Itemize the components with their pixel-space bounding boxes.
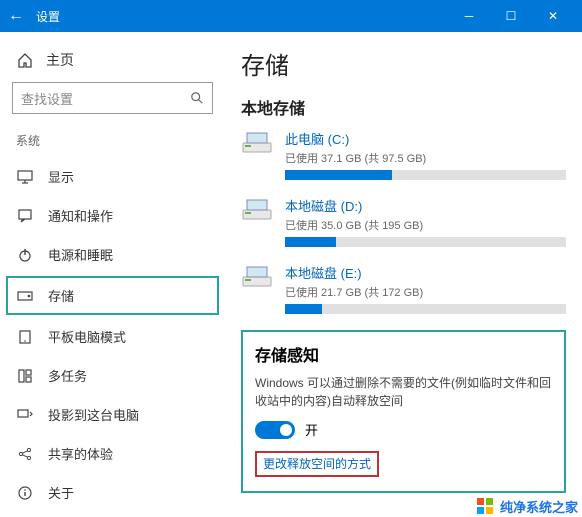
main-panel: 存储 本地存储 此电脑 (C:) 已使用 37.1 GB (共 97.5 GB)… (225, 32, 582, 495)
power-icon (16, 248, 34, 262)
storage-sense-section: 存储感知 Windows 可以通过删除不需要的文件(例如临时文件和回收站中的内容… (241, 330, 566, 493)
drive-icon (241, 196, 273, 224)
storage-sense-desc: Windows 可以通过删除不需要的文件(例如临时文件和回收站中的内容)自动释放… (255, 374, 552, 410)
drive-usage-bar (285, 304, 566, 314)
multitask-icon (16, 369, 34, 383)
sidebar-item-notifications[interactable]: 通知和操作 (0, 196, 225, 235)
sidebar-item-label: 投影到这台电脑 (48, 405, 139, 424)
storage-icon (16, 289, 34, 303)
watermark-text: 纯净系统之家 (500, 497, 578, 516)
tablet-icon (16, 330, 34, 344)
info-icon (16, 486, 34, 500)
drive-row[interactable]: 此电脑 (C:) 已使用 37.1 GB (共 97.5 GB) (241, 129, 566, 180)
sidebar-item-storage[interactable]: 存储 (6, 276, 219, 315)
sidebar-item-tablet[interactable]: 平板电脑模式 (0, 317, 225, 356)
search-input[interactable]: 查找设置 (12, 82, 213, 114)
sidebar-group-label: 系统 (0, 128, 225, 157)
local-storage-title: 本地存储 (241, 95, 566, 119)
sidebar-home-label: 主页 (46, 50, 74, 70)
storage-sense-toggle[interactable] (255, 421, 295, 439)
drive-usage: 已使用 35.0 GB (共 195 GB) (285, 217, 566, 233)
watermark-logo-icon (476, 497, 494, 515)
window-title: 设置 (36, 8, 448, 25)
close-button[interactable]: ✕ (532, 9, 574, 23)
sidebar-item-label: 多任务 (48, 366, 87, 385)
minimize-button[interactable]: ─ (448, 9, 490, 23)
drive-row[interactable]: 本地磁盘 (E:) 已使用 21.7 GB (共 172 GB) (241, 263, 566, 314)
sidebar-item-label: 通知和操作 (48, 206, 113, 225)
search-icon (190, 91, 204, 105)
sidebar-item-projecting[interactable]: 投影到这台电脑 (0, 395, 225, 434)
drive-icon (241, 129, 273, 157)
drive-usage: 已使用 21.7 GB (共 172 GB) (285, 284, 566, 300)
window-controls: ─ ☐ ✕ (448, 9, 574, 23)
drive-usage-bar (285, 170, 566, 180)
sidebar-item-power[interactable]: 电源和睡眠 (0, 235, 225, 274)
sidebar: 主页 查找设置 系统 显示 通知和操作 电源和睡眠 存储 (0, 32, 225, 495)
drive-name: 本地磁盘 (D:) (285, 196, 566, 215)
sidebar-item-multitask[interactable]: 多任务 (0, 356, 225, 395)
sidebar-item-label: 显示 (48, 167, 74, 186)
project-icon (16, 408, 34, 422)
storage-sense-title: 存储感知 (255, 342, 552, 366)
sidebar-item-label: 电源和睡眠 (48, 245, 113, 264)
search-placeholder: 查找设置 (21, 89, 73, 108)
titlebar: ← 设置 ─ ☐ ✕ (0, 0, 582, 32)
share-icon (16, 447, 34, 461)
change-free-space-link[interactable]: 更改释放空间的方式 (255, 451, 379, 477)
sidebar-home[interactable]: 主页 (0, 42, 225, 82)
sidebar-item-label: 存储 (48, 286, 74, 305)
page-title: 存储 (241, 46, 566, 81)
back-icon[interactable]: ← (8, 7, 24, 25)
watermark: 纯净系统之家 (476, 495, 578, 517)
drive-name: 本地磁盘 (E:) (285, 263, 566, 282)
sidebar-item-label: 关于 (48, 483, 74, 502)
notification-icon (16, 209, 34, 223)
maximize-button[interactable]: ☐ (490, 9, 532, 23)
sidebar-item-label: 平板电脑模式 (48, 327, 126, 346)
drive-icon (241, 263, 273, 291)
sidebar-item-label: 共享的体验 (48, 444, 113, 463)
sidebar-item-display[interactable]: 显示 (0, 157, 225, 196)
sidebar-item-about[interactable]: 关于 (0, 473, 225, 512)
drive-usage: 已使用 37.1 GB (共 97.5 GB) (285, 150, 566, 166)
toggle-label: 开 (305, 420, 318, 439)
sidebar-item-shared[interactable]: 共享的体验 (0, 434, 225, 473)
drive-usage-bar (285, 237, 566, 247)
drive-row[interactable]: 本地磁盘 (D:) 已使用 35.0 GB (共 195 GB) (241, 196, 566, 247)
home-icon (16, 51, 34, 69)
display-icon (16, 170, 34, 184)
drive-name: 此电脑 (C:) (285, 129, 566, 148)
